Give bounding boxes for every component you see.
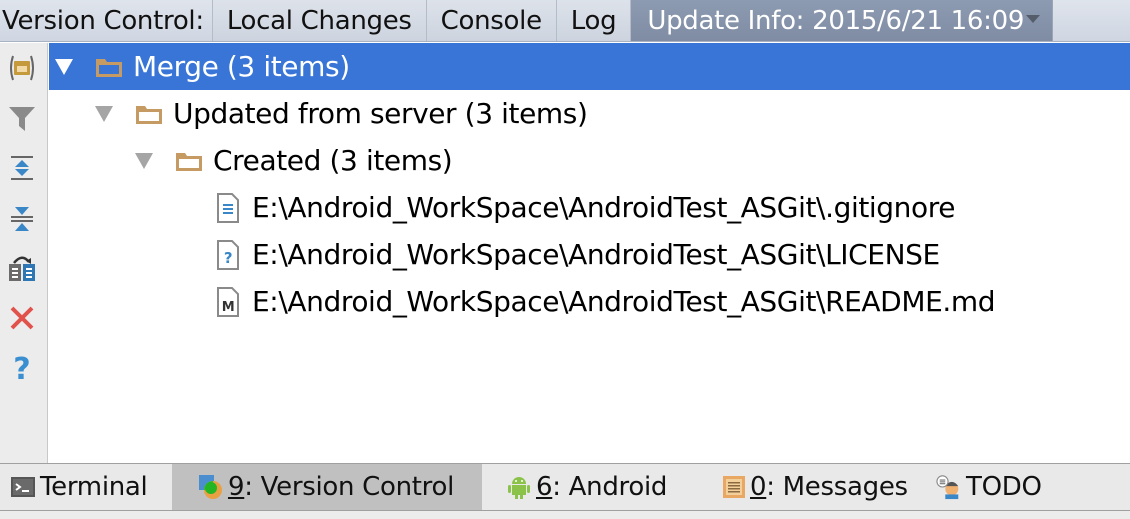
bottom-tab-label: 0: Messages <box>750 472 908 502</box>
bottom-tab-label-text: : Version Control <box>244 472 455 502</box>
help-button[interactable]: ? <box>5 351 39 385</box>
tree-file-label: E:\Android_WorkSpace\AndroidTest_ASGit\R… <box>252 285 996 318</box>
bottom-tab-android[interactable]: 6: Android <box>482 464 692 510</box>
tab-label: Console <box>440 6 542 36</box>
filter-icon <box>9 107 35 131</box>
folder-icon <box>96 58 122 77</box>
bottom-tab-label: 9: Version Control <box>228 472 454 502</box>
tree-file-readme[interactable]: M E:\Android_WorkSpace\AndroidTest_ASGit… <box>49 278 1130 325</box>
update-info-tree: Merge (3 items) Updated from server (3 i… <box>49 43 1130 463</box>
tool-window-title: Version Control: <box>2 6 204 36</box>
tree-node-label: Created (3 items) <box>213 144 453 177</box>
help-icon: ? <box>13 353 30 383</box>
tree-file-label: E:\Android_WorkSpace\AndroidTest_ASGit\.… <box>252 191 956 224</box>
tree-file-license[interactable]: ? E:\Android_WorkSpace\AndroidTest_ASGit… <box>49 231 1130 278</box>
bottom-tab-label: TODO <box>966 472 1042 502</box>
collapse-all-icon <box>11 207 33 231</box>
version-control-icon <box>198 474 224 500</box>
status-bar <box>0 511 1130 519</box>
tab-label: Update Info: 2015/6/21 16:09 <box>647 6 1025 36</box>
version-control-tab-bar: Version Control: Local Changes Console L… <box>0 0 1130 42</box>
compare-icon <box>9 256 35 281</box>
tree-node-created[interactable]: Created (3 items) <box>49 137 1130 184</box>
expand-all-button[interactable] <box>5 151 39 185</box>
markdown-file-icon: M <box>217 286 239 317</box>
bottom-tab-label-text: : Messages <box>766 472 908 502</box>
bottom-tab-terminal[interactable]: Terminal <box>0 464 172 510</box>
messages-icon <box>722 474 746 500</box>
tree-node-updated-from-server[interactable]: Updated from server (3 items) <box>49 90 1130 137</box>
tab-update-info[interactable]: Update Info: 2015/6/21 16:09 <box>630 0 1054 41</box>
mnemonic: 0 <box>750 472 767 502</box>
close-icon <box>10 306 34 330</box>
bottom-tab-messages[interactable]: 0: Messages <box>692 464 916 510</box>
group-by-folder-icon <box>10 55 34 81</box>
mnemonic: 6 <box>536 472 553 502</box>
group-by-folder-button[interactable] <box>5 51 39 85</box>
left-toolbar: ? <box>0 43 48 463</box>
tree-node-label: Merge (3 items) <box>133 50 350 83</box>
mnemonic: 9 <box>228 472 245 502</box>
tree-file-gitignore[interactable]: E:\Android_WorkSpace\AndroidTest_ASGit\.… <box>49 184 1130 231</box>
expand-all-icon <box>11 156 33 180</box>
tab-label: Log <box>570 6 617 36</box>
bottom-tab-label: 6: Android <box>536 472 667 502</box>
todo-icon <box>936 474 962 500</box>
tree-node-merge[interactable]: Merge (3 items) <box>49 43 1130 90</box>
filter-button[interactable] <box>5 101 39 135</box>
tab-label: Local Changes <box>226 6 412 36</box>
compare-button[interactable] <box>5 251 39 285</box>
tab-local-changes[interactable]: Local Changes <box>211 0 426 41</box>
tree-node-label: Updated from server (3 items) <box>173 97 588 130</box>
bottom-tab-version-control[interactable]: 9: Version Control <box>172 464 482 510</box>
text-file-icon <box>217 192 239 223</box>
folder-icon <box>176 152 202 171</box>
folder-icon <box>136 105 162 124</box>
close-button[interactable] <box>5 301 39 335</box>
tree-file-label: E:\Android_WorkSpace\AndroidTest_ASGit\L… <box>252 238 940 271</box>
unknown-file-icon: ? <box>217 239 239 270</box>
bottom-tab-todo[interactable]: TODO <box>916 464 1054 510</box>
tool-window-bar: Terminal 9: Version Control 6: Android 0… <box>0 463 1130 511</box>
collapse-all-button[interactable] <box>5 201 39 235</box>
bottom-tab-label: Terminal <box>40 472 148 502</box>
android-icon <box>506 474 532 500</box>
svg-text:M: M <box>222 300 235 315</box>
svg-text:?: ? <box>13 353 30 383</box>
bottom-tab-label-text: : Android <box>552 472 668 502</box>
expand-arrow-icon[interactable] <box>95 105 113 122</box>
expand-arrow-icon[interactable] <box>135 152 153 169</box>
expand-arrow-icon[interactable] <box>55 58 73 75</box>
svg-text:?: ? <box>224 249 232 267</box>
terminal-icon <box>10 474 36 500</box>
tab-log[interactable]: Log <box>555 0 631 41</box>
chevron-down-icon[interactable] <box>1026 14 1041 23</box>
tab-console[interactable]: Console <box>425 0 556 41</box>
